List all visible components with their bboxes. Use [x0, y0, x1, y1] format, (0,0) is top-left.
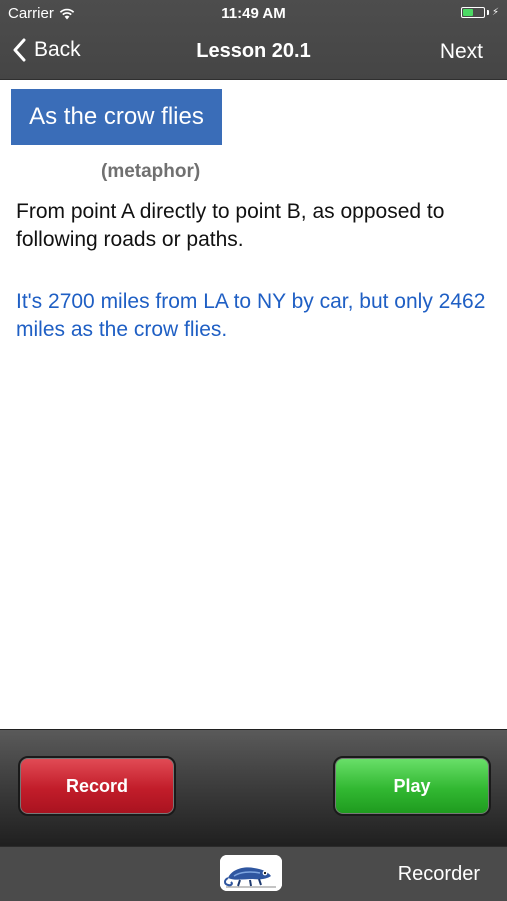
tab-bar: Recorder — [0, 846, 507, 901]
audio-controls: Record Play — [0, 729, 507, 847]
next-button[interactable]: Next — [440, 40, 483, 64]
header: Carrier 11:49 AM ⚡ Back Lesson 20.1 Next — [0, 0, 507, 80]
phrase-heading: As the crow flies — [11, 89, 222, 145]
back-label: Back — [34, 38, 81, 61]
status-time: 11:49 AM — [221, 5, 286, 22]
chameleon-logo-graphic — [220, 855, 282, 891]
phrase-type: (metaphor) — [101, 161, 201, 182]
phrase-definition: From point A directly to point B, as opp… — [16, 200, 445, 251]
navigation-bar: Back Lesson 20.1 Next — [0, 28, 507, 78]
charging-bolt-icon: ⚡ — [491, 7, 499, 18]
play-button[interactable]: Play — [333, 756, 491, 816]
phrase-example: It's 2700 miles from LA to NY by car, bu… — [16, 290, 486, 341]
tab-recorder[interactable]: Recorder — [398, 863, 480, 886]
battery-level — [462, 9, 473, 16]
battery-icon — [460, 7, 485, 18]
status-bar: Carrier 11:49 AM ⚡ — [0, 0, 507, 28]
battery-indicator: ⚡ — [460, 7, 499, 18]
chameleon-icon[interactable] — [220, 855, 282, 891]
back-button[interactable]: Back — [12, 38, 81, 62]
record-button[interactable]: Record — [18, 756, 176, 816]
chevron-left-icon — [13, 38, 26, 62]
battery-tip — [486, 10, 489, 15]
lesson-content: As the crow flies (metaphor) From point … — [0, 80, 507, 729]
